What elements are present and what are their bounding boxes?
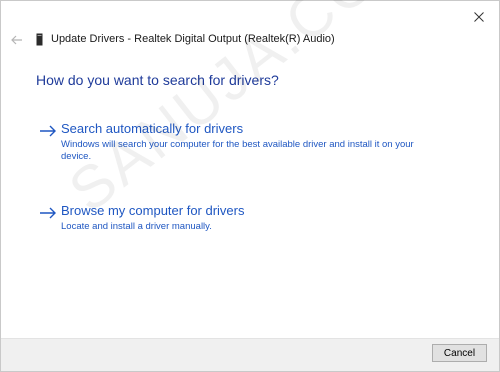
update-drivers-dialog: Update Drivers - Realtek Digital Output … <box>0 0 500 372</box>
dialog-title: Update Drivers - Realtek Digital Output … <box>51 33 335 45</box>
option-title: Browse my computer for drivers <box>61 203 245 218</box>
cancel-button[interactable]: Cancel <box>432 344 487 362</box>
option-title: Search automatically for drivers <box>61 121 244 136</box>
audio-device-icon <box>36 33 43 46</box>
back-arrow-icon <box>11 35 22 45</box>
back-button[interactable] <box>9 31 25 49</box>
option-description: Locate and install a driver manually. <box>61 221 212 232</box>
arrow-right-icon <box>40 207 56 219</box>
title-bar: Update Drivers - Realtek Digital Output … <box>1 29 499 53</box>
close-button[interactable] <box>469 7 489 27</box>
option-description: Windows will search your computer for th… <box>61 139 414 162</box>
page-heading: How do you want to search for drivers? <box>36 72 279 88</box>
arrow-right-icon <box>40 125 56 137</box>
dialog-footer: Cancel <box>1 338 499 371</box>
close-icon <box>474 12 484 22</box>
